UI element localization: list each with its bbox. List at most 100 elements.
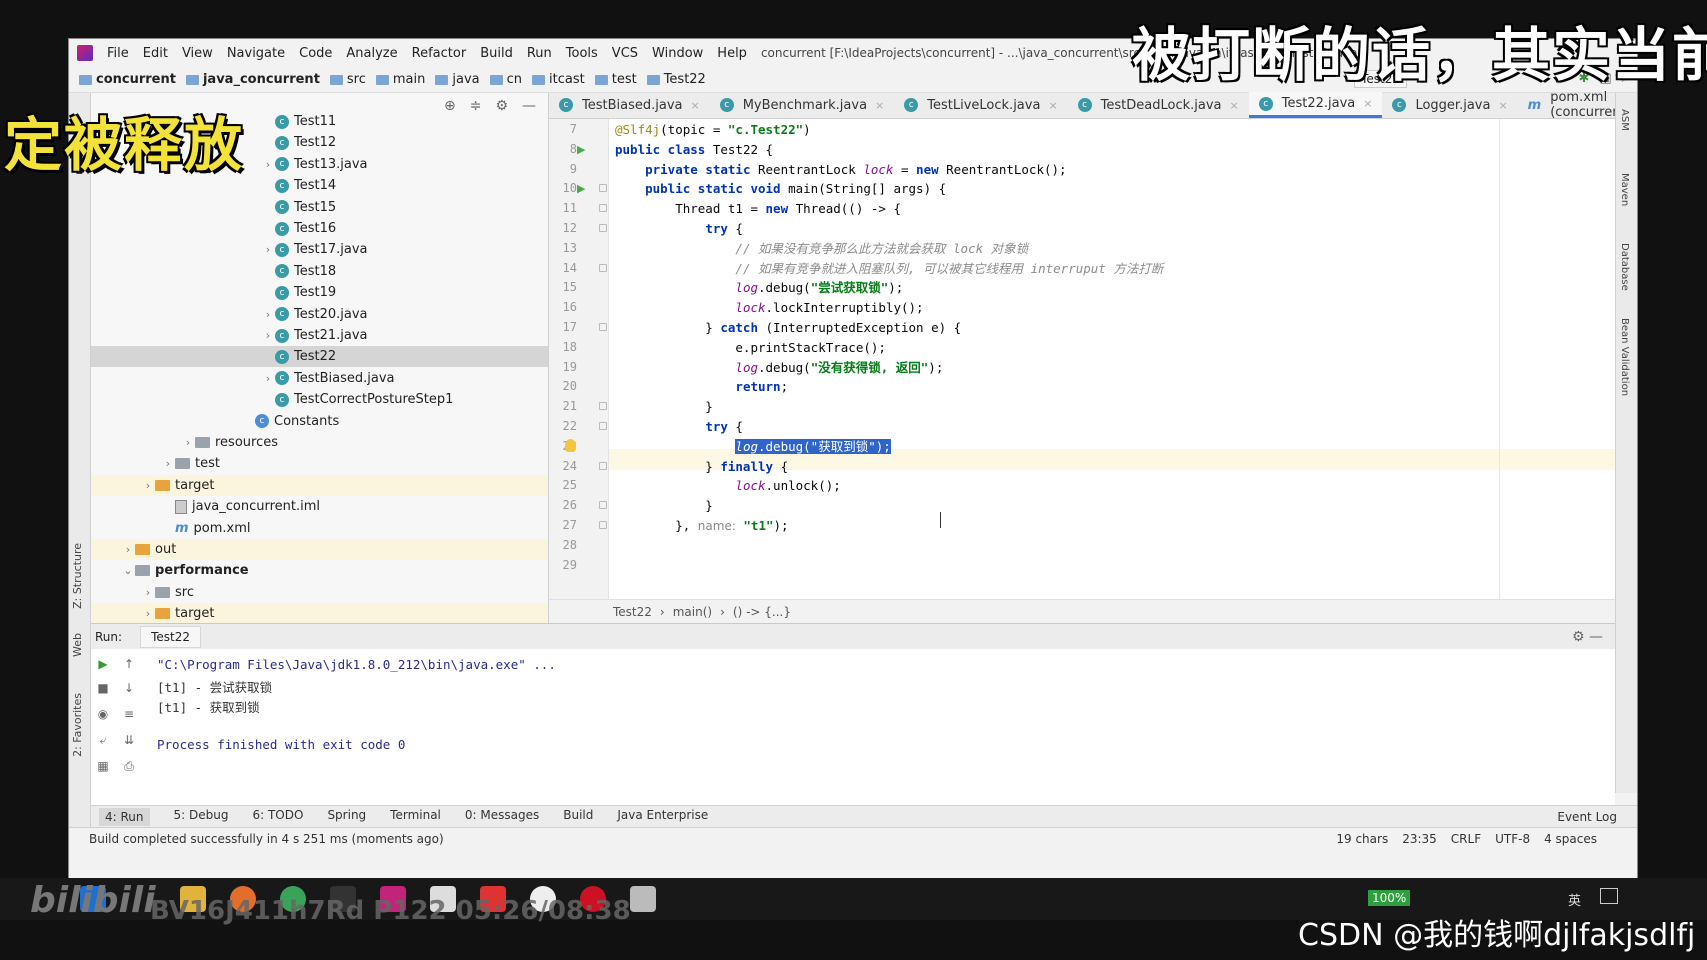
chevron-right-icon[interactable]: › [141,479,155,492]
editor-tab[interactable]: c MyBenchmark.java × [710,92,895,118]
project-tree-item[interactable]: c Test15 [91,197,548,218]
project-tree-item[interactable]: c Test22 [91,346,548,368]
bottom-tool-tab[interactable]: Terminal [390,808,441,826]
chevron-right-icon[interactable]: › [141,607,155,620]
project-tree-item[interactable]: c Test16 [91,218,548,239]
menu-item-file[interactable]: File [107,46,129,61]
fold-icon[interactable] [599,461,607,470]
project-tree-item[interactable]: › c Test21.java [91,325,548,346]
scroll-down-icon[interactable]: ↓ [117,681,141,695]
scroll-up-icon[interactable]: ↑ [117,657,141,671]
nav-crumb[interactable]: itcast [532,72,585,87]
restore-layout-icon[interactable]: ⤶ [91,733,115,748]
run-gutter-icon[interactable]: ▶ [577,139,585,160]
chevron-right-icon[interactable]: › [161,457,175,470]
project-tree-item[interactable]: c Test18 [91,261,548,282]
editor-tab[interactable]: c TestLiveLock.java × [894,92,1067,118]
code-line[interactable]: } [615,396,713,417]
indent-setting[interactable]: 4 spaces [1544,832,1597,846]
code-line[interactable]: log.debug("尝试获取锁"); [615,277,903,298]
menu-item-window[interactable]: Window [652,46,703,61]
lightbulb-icon[interactable] [565,438,576,452]
project-tree-item[interactable]: › target [91,474,548,496]
close-icon[interactable]: × [1230,99,1239,112]
file-encoding[interactable]: UTF-8 [1495,832,1530,846]
project-tree-item[interactable]: › c Test20.java [91,304,548,325]
code-line[interactable]: log.debug("获取到锁"); [615,436,891,457]
nav-crumb[interactable]: java_concurrent [185,72,320,87]
menu-item-vcs[interactable]: VCS [612,46,638,61]
project-tree-item[interactable]: › resources [91,432,548,453]
bottom-tool-tab[interactable]: 6: TODO [252,808,303,826]
crumb-class[interactable]: Test22 [613,605,652,619]
chevron-right-icon[interactable]: › [261,243,275,256]
close-icon[interactable]: × [691,99,700,112]
code-line[interactable]: public static void main(String[] args) { [615,178,946,199]
code-line[interactable]: log.debug("没有获得锁, 返回"); [615,357,943,378]
code-line[interactable]: Thread t1 = new Thread(() -> { [615,198,901,219]
run-settings-icon[interactable]: ⚙ — [1572,629,1603,645]
close-icon[interactable]: × [1363,97,1372,110]
layout-icon[interactable]: ▦ [91,759,115,773]
scroll-end-icon[interactable]: ⇊ [117,733,141,747]
bottom-tool-tab[interactable]: 5: Debug [174,808,229,826]
camera-icon[interactable]: ◉ [91,707,115,721]
close-icon[interactable]: × [1048,99,1057,112]
project-tree-item[interactable]: ⌄ performance [91,560,548,581]
print-icon[interactable]: ⎙ [117,759,141,774]
nav-crumb[interactable]: test [594,72,637,87]
bottom-tool-tab[interactable]: Spring [327,808,366,826]
fold-icon[interactable] [599,501,607,510]
chevron-right-icon[interactable]: › [261,372,275,385]
chevron-right-icon[interactable]: › [181,436,195,449]
project-tree-item[interactable]: › out [91,539,548,560]
code-line[interactable]: // 如果有竞争就进入阻塞队列, 可以被其它线程用 interruput 方法打… [615,258,1163,279]
nav-crumb[interactable]: cn [489,72,522,87]
code-line[interactable]: lock.lockInterruptibly(); [615,297,923,318]
app-icon[interactable] [630,886,656,912]
fold-icon[interactable] [599,402,607,411]
maven-tool-label[interactable]: Maven [1619,173,1630,206]
editor-tab[interactable]: c TestBiased.java × [549,92,710,118]
code-line[interactable]: } [615,495,713,516]
project-tree-item[interactable]: c Test19 [91,282,548,303]
close-icon[interactable]: × [1498,99,1507,112]
chevron-right-icon[interactable]: › [121,543,135,556]
menu-item-tools[interactable]: Tools [566,46,598,61]
project-tree-item[interactable]: c Constants [91,411,548,432]
editor-tab[interactable]: c Logger.java × [1382,92,1517,118]
code-line[interactable]: e.printStackTrace(); [615,337,886,358]
structure-tool-label[interactable]: Z: Structure [71,543,84,609]
wrap-icon[interactable]: ≡ [117,707,141,721]
caret-position[interactable]: 23:35 [1402,832,1437,846]
menu-item-view[interactable]: View [182,46,213,61]
bean-validation-tool-label[interactable]: Bean Validation [1619,318,1630,396]
favorites-tool-label[interactable]: 2: Favorites [71,693,84,757]
project-tree-item[interactable]: › src [91,582,548,603]
stop-icon[interactable]: ■ [91,681,115,695]
fold-icon[interactable] [599,323,607,331]
fold-icon[interactable] [599,263,607,272]
bottom-tool-tab[interactable]: Build [563,808,593,826]
project-tree-item[interactable]: › c Test17.java [91,239,548,260]
project-tree-item[interactable]: › c TestBiased.java [91,368,548,389]
battery-indicator[interactable]: 100% [1368,890,1411,906]
project-tree-item[interactable]: c TestCorrectPostureStep1 [91,389,548,410]
event-log-button[interactable]: Event Log [1557,810,1617,824]
code-line[interactable]: return; [615,376,788,397]
nav-crumb[interactable]: concurrent [79,72,176,87]
chevron-right-icon[interactable]: › [261,329,275,342]
fold-icon[interactable] [599,204,607,213]
rerun-icon[interactable]: ▶ [91,657,115,671]
code-line[interactable]: } finally { [615,456,788,477]
line-separator[interactable]: CRLF [1451,832,1481,846]
ime-indicator[interactable]: 英 [1568,890,1581,909]
close-icon[interactable]: × [875,99,884,112]
code-line[interactable]: private static ReentrantLock lock = new … [615,159,1066,180]
project-tree-item[interactable]: m pom.xml [91,518,548,539]
code-line[interactable]: @Slf4j(topic = "c.Test22") [615,119,811,140]
bottom-tool-tab[interactable]: 4: Run [99,807,150,826]
code-line[interactable]: lock.unlock(); [615,475,840,496]
project-tree-item[interactable]: › test [91,453,548,474]
asm-tool-label[interactable]: ASM [1619,109,1630,131]
